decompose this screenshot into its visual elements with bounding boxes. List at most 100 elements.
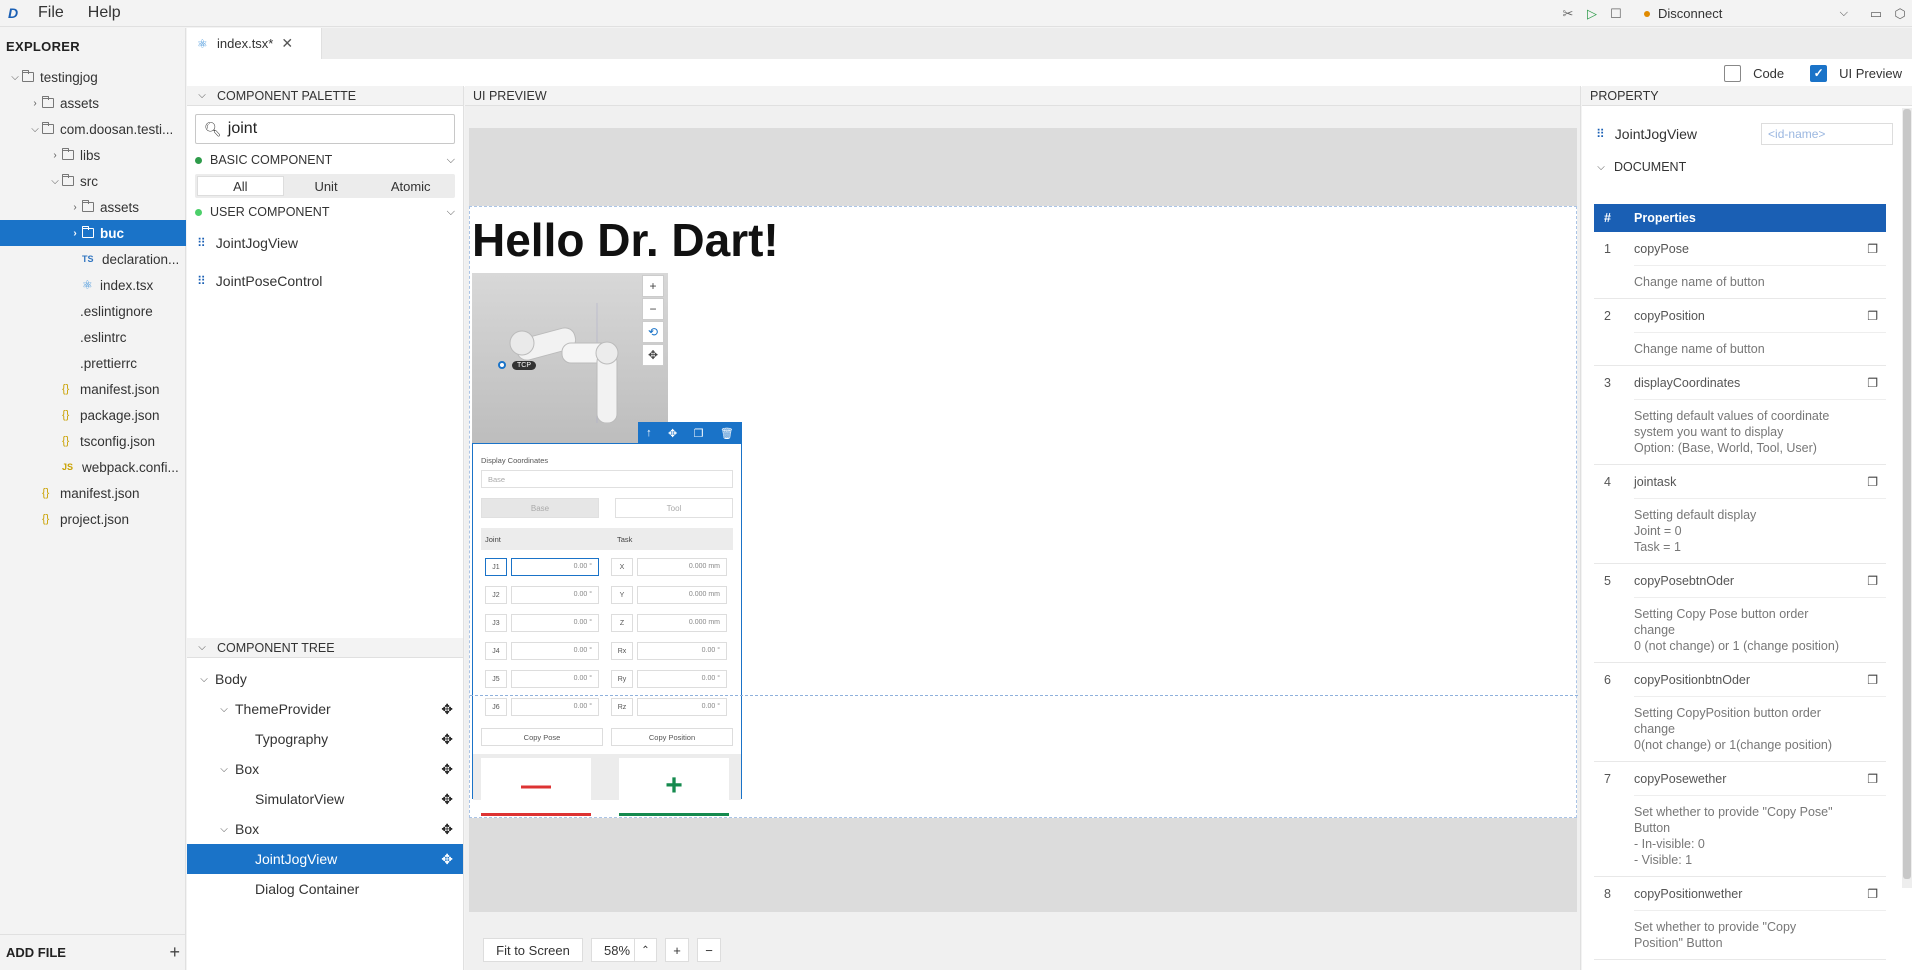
explorer-item[interactable]: {} tsconfig.json (0, 428, 186, 454)
stop-icon[interactable]: ☐ (1604, 0, 1628, 27)
explorer-item[interactable]: {} manifest.json (0, 376, 186, 402)
copy-icon[interactable]: ❐ (1867, 309, 1878, 323)
explorer-item[interactable]: TS declaration... (0, 246, 186, 272)
connection-select[interactable]: Disconnect ⌵ (1636, 3, 1856, 25)
copy-icon[interactable]: ❐ (1867, 242, 1878, 256)
explorer-item[interactable]: JS webpack.confi... (0, 454, 186, 480)
code-toggle[interactable]: Code (1724, 64, 1784, 82)
joint-value-input[interactable]: 0.00 ° (511, 670, 599, 688)
jog-plus-button[interactable]: + (619, 758, 729, 816)
joint-value-input[interactable]: 0.00 ° (511, 586, 599, 604)
joint-value-input[interactable]: 0.00 ° (511, 642, 599, 660)
jog-minus-button[interactable]: — (481, 758, 591, 816)
component-tree-item[interactable]: SimulatorView ✥ (187, 784, 463, 814)
component-tree-header[interactable]: ⌵ COMPONENT TREE (187, 638, 463, 658)
task-value-input[interactable]: 0.000 mm (637, 586, 727, 604)
close-icon[interactable]: ✕ (281, 35, 293, 52)
ui-preview-toggle[interactable]: ✓ UI Preview (1810, 64, 1902, 82)
explorer-item[interactable]: ⚛ index.tsx (0, 272, 186, 298)
zoom-in-icon[interactable]: + (642, 275, 664, 297)
component-tree-item[interactable]: Typography ✥ (187, 724, 463, 754)
id-name-input[interactable]: <id-name> (1761, 123, 1894, 145)
preview-heading[interactable]: Hello Dr. Dart! (472, 213, 779, 267)
joint-value-input[interactable]: 0.00 ° (511, 614, 599, 632)
explorer-item[interactable]: › libs (0, 142, 186, 168)
scrollbar-thumb[interactable] (1903, 109, 1911, 879)
joint-value-input[interactable]: 0.00 ° (511, 558, 599, 576)
palette-item-jointposecontrol[interactable]: ⠿ JointPoseControl (187, 262, 463, 300)
seg-base[interactable]: Base (481, 498, 599, 518)
copy-icon[interactable]: ❐ (1867, 475, 1878, 489)
run-icon[interactable]: ▷ (1580, 0, 1604, 27)
copy-icon[interactable]: ❐ (1867, 673, 1878, 687)
copy-icon[interactable]: ❐ (1867, 772, 1878, 786)
menu-file[interactable]: File (26, 4, 76, 22)
arrow-up-icon[interactable]: ↑ (646, 427, 652, 439)
explorer-item[interactable]: ⌵ testingjog (0, 64, 186, 90)
property-scrollbar[interactable] (1902, 108, 1912, 888)
move-icon[interactable]: ✥ (441, 791, 453, 808)
copy-pose-button[interactable]: Copy Pose (481, 728, 603, 746)
palette-item-jointjogview[interactable]: ⠿ JointJogView (187, 224, 463, 262)
joint-jog-view[interactable]: ↑ ✥ ❐ 🗑︎ Display Coordinates Base Base T… (472, 422, 742, 816)
preview-page[interactable]: Hello Dr. Dart! TCP + − ⟲ ✥ ↑ ✥ ❐ 🗑︎ Dis… (469, 206, 1578, 818)
coordinates-dropdown[interactable]: Base (481, 470, 733, 488)
task-value-input[interactable]: 0.000 mm (637, 614, 727, 632)
document-section[interactable]: ⌵ DOCUMENT (1582, 154, 1912, 180)
tab-index-tsx[interactable]: ⚛ index.tsx* ✕ (187, 28, 322, 59)
zoom-input[interactable]: 58% ⌃ (591, 938, 657, 962)
chevron-up-icon[interactable]: ⌃ (634, 939, 656, 961)
explorer-item[interactable]: .eslintrc (0, 324, 186, 350)
component-tree-item[interactable]: ⌵ Box ✥ (187, 754, 463, 784)
explorer-item[interactable]: .prettierrc (0, 350, 186, 376)
user-component-section[interactable]: USER COMPONENT ⌵ (187, 200, 463, 224)
copy-icon[interactable]: ❐ (694, 427, 704, 440)
zoom-out-icon[interactable]: − (642, 298, 664, 320)
code-checkbox[interactable] (1724, 64, 1742, 82)
rotate-icon[interactable]: ⟲ (642, 321, 664, 343)
filter-atomic[interactable]: Atomic (368, 176, 453, 196)
explorer-item[interactable]: › assets (0, 194, 186, 220)
zoom-in-button[interactable]: + (665, 938, 689, 962)
add-file-icon[interactable]: + (169, 942, 180, 963)
move-icon[interactable]: ✥ (441, 701, 453, 718)
palette-header[interactable]: ⌵ COMPONENT PALETTE (187, 86, 463, 106)
component-tree-item[interactable]: ⌵ Box ✥ (187, 814, 463, 844)
tools-icon[interactable]: ✂ (1556, 0, 1580, 27)
component-tree-item[interactable]: ⌵ Body (187, 664, 463, 694)
explorer-item[interactable]: › assets (0, 90, 186, 116)
component-tree-item[interactable]: JointJogView ✥ (187, 844, 463, 874)
explorer-item[interactable]: {} package.json (0, 402, 186, 428)
basic-component-section[interactable]: BASIC COMPONENT ⌵ (187, 148, 463, 172)
package-icon[interactable]: ⬡ (1888, 0, 1912, 27)
move-icon[interactable]: ✥ (441, 821, 453, 838)
explorer-item[interactable]: {} manifest.json (0, 480, 186, 506)
copy-icon[interactable]: ❐ (1867, 887, 1878, 901)
move-icon[interactable]: ✥ (441, 761, 453, 778)
move-icon[interactable]: ✥ (441, 731, 453, 748)
component-tree-item[interactable]: Dialog Container (187, 874, 463, 904)
explorer-item[interactable]: .eslintignore (0, 298, 186, 324)
explorer-item[interactable]: › buc (0, 220, 186, 246)
simulator-view[interactable]: TCP + − ⟲ ✥ (472, 273, 668, 443)
copy-position-button[interactable]: Copy Position (611, 728, 733, 746)
task-value-input[interactable]: 0.000 mm (637, 558, 727, 576)
filter-unit[interactable]: Unit (284, 176, 369, 196)
zoom-out-button[interactable]: − (697, 938, 721, 962)
device-icon[interactable]: ▭ (1864, 0, 1888, 27)
trash-icon[interactable]: 🗑︎ (720, 427, 734, 440)
copy-icon[interactable]: ❐ (1867, 574, 1878, 588)
explorer-item[interactable]: {} project.json (0, 506, 186, 532)
filter-all[interactable]: All (197, 176, 284, 196)
component-tree-item[interactable]: ⌵ ThemeProvider ✥ (187, 694, 463, 724)
task-value-input[interactable]: 0.00 ° (637, 670, 727, 688)
palette-search-input[interactable]: 🔍︎ joint (195, 114, 455, 144)
task-value-input[interactable]: 0.00 ° (637, 698, 727, 716)
menu-help[interactable]: Help (76, 4, 133, 22)
joint-value-input[interactable]: 0.00 ° (511, 698, 599, 716)
fit-to-screen-button[interactable]: Fit to Screen (483, 938, 583, 962)
seg-tool[interactable]: Tool (615, 498, 733, 518)
move-icon[interactable]: ✥ (668, 427, 677, 440)
pan-icon[interactable]: ✥ (642, 344, 664, 366)
task-value-input[interactable]: 0.00 ° (637, 642, 727, 660)
